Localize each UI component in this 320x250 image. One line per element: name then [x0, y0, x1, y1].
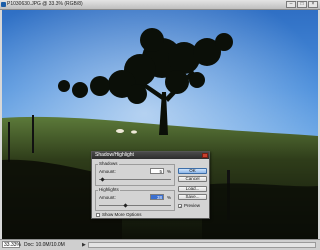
- close-icon[interactable]: ×: [308, 1, 318, 8]
- save-button[interactable]: Save...: [178, 194, 207, 200]
- highlights-unit: %: [167, 195, 172, 200]
- load-button[interactable]: Load...: [178, 186, 207, 192]
- status-bar: 33.33% Doc: 10.0M/10.0M ▶: [0, 239, 320, 250]
- window-controls: – □ ×: [286, 1, 318, 8]
- cancel-button[interactable]: Cancel: [178, 176, 207, 182]
- dialog-close-icon[interactable]: [202, 153, 208, 158]
- window-title: P1030630.JPG @ 33.3% (RGB/8): [7, 1, 83, 7]
- shadows-amount-label: Amount:: [99, 169, 116, 174]
- preview-label: Preview: [184, 203, 201, 208]
- shadows-unit: %: [167, 169, 172, 174]
- shadows-amount-input[interactable]: 5: [150, 168, 164, 174]
- ok-button[interactable]: OK: [178, 168, 207, 174]
- preview-checkbox[interactable]: ✓: [178, 204, 182, 209]
- minimize-icon[interactable]: –: [286, 1, 296, 8]
- zoom-level-field[interactable]: 33.33%: [2, 241, 21, 248]
- highlights-amount-label: Amount:: [99, 195, 116, 200]
- horizontal-scrollbar[interactable]: [88, 242, 316, 248]
- maximize-icon[interactable]: □: [297, 1, 307, 8]
- shadows-group-label: Shadows: [98, 161, 119, 166]
- window-titlebar[interactable]: P1030630.JPG @ 33.3% (RGB/8) – □ ×: [0, 0, 320, 10]
- status-menu-arrow-icon[interactable]: ▶: [82, 241, 86, 249]
- shadow-highlight-dialog: Shadow/Highlight Shadows Amount: 5 % Hig…: [91, 151, 210, 219]
- shadows-slider-track[interactable]: [99, 179, 171, 180]
- dialog-title: Shadow/Highlight: [95, 152, 134, 158]
- show-more-options-label: Show More Options: [102, 212, 142, 217]
- highlights-amount-input[interactable]: 38: [150, 194, 164, 200]
- document-size: Doc: 10.0M/10.0M: [24, 242, 65, 248]
- show-more-options-checkbox[interactable]: [96, 213, 100, 217]
- highlights-slider-track[interactable]: [99, 205, 171, 206]
- dialog-titlebar[interactable]: Shadow/Highlight: [92, 152, 209, 159]
- highlights-group-label: Highlights: [98, 187, 120, 192]
- photoshop-window: P1030630.JPG @ 33.3% (RGB/8) – □ × 33.33…: [0, 0, 320, 250]
- photoshop-icon: [1, 2, 6, 7]
